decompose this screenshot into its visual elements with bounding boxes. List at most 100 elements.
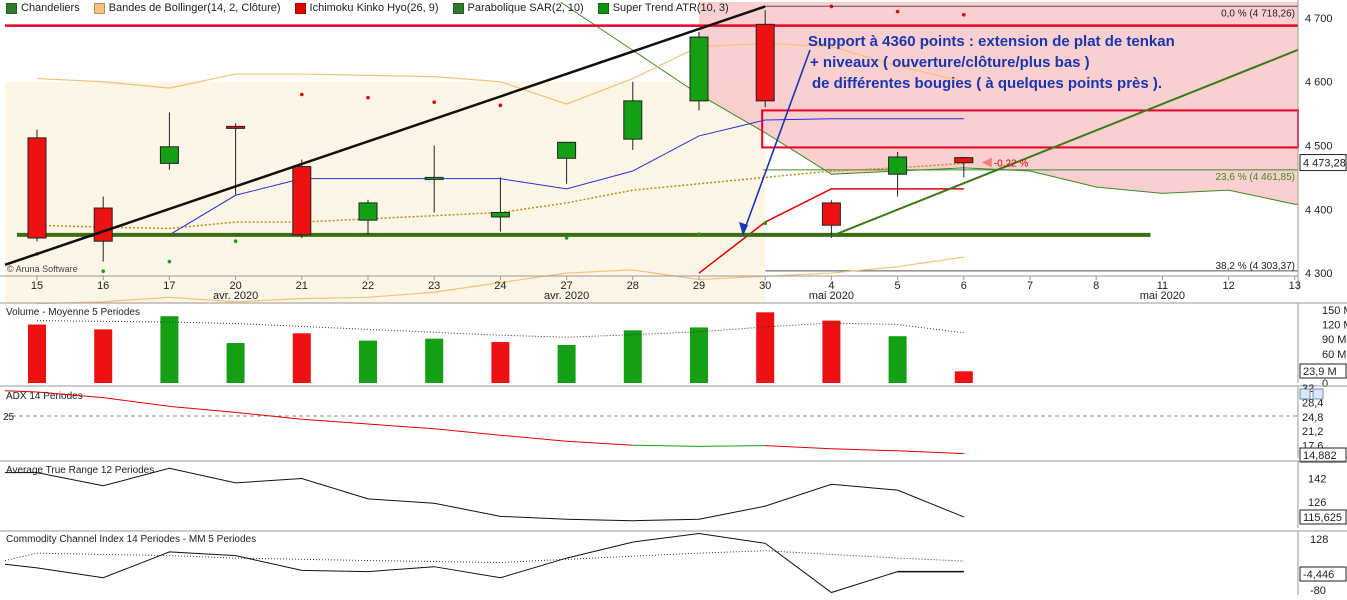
panel-maximize-button (1312, 388, 1324, 400)
volume-title: Volume - Moyenne 5 Periodes (6, 307, 140, 318)
volume-bar (425, 338, 444, 383)
support-annotation: Support à 4360 points : extension de pla… (808, 31, 1228, 94)
date-tick-label: 23 (428, 280, 440, 292)
legend-item-ichimoku[interactable]: Ichimoku Kinko Hyo(26, 9) (294, 2, 439, 14)
date-tick-label: 22 (362, 280, 374, 292)
sar-dot (564, 236, 569, 240)
adx-ref-label: 25 (3, 412, 15, 423)
annotation-line-1: Support à 4360 points : extension de pla… (808, 33, 1175, 50)
volume-tick-label: 60 M (1322, 349, 1346, 361)
legend-label: Bandes de Bollinger(14, 2, Clôture) (108, 2, 281, 14)
volume-bar (690, 327, 708, 383)
volume-bar (94, 329, 113, 383)
sar-dot (432, 100, 437, 104)
month-label: avr. 2020 (213, 290, 258, 302)
candle-body (358, 202, 378, 221)
legend-swatch (452, 2, 464, 14)
sar-dot (498, 103, 503, 108)
adx-last-label: 14,882 (1303, 450, 1337, 462)
candle-body (557, 141, 577, 159)
cci-title: Commodity Channel Index 14 Periodes - MM… (6, 534, 256, 545)
date-tick-label: 30 (759, 280, 771, 292)
date-tick-label: 21 (296, 280, 308, 292)
sar-dot (167, 259, 172, 264)
panel-minimize-button (1299, 388, 1311, 400)
legend-item-supertrend[interactable]: Super Trend ATR(10, 3) (597, 2, 729, 14)
adx-tick-label: 21,2 (1302, 426, 1323, 438)
cci-last-label: -4,446 (1303, 569, 1334, 581)
cci-tick-label: 128 (1310, 534, 1328, 546)
bollinger-band-fill (5, 81, 766, 304)
indicator-legend: Chandeliers Bandes de Bollinger(14, 2, C… (0, 0, 737, 16)
price-tick-label: 4 300 (1305, 268, 1333, 280)
legend-label: Super Trend ATR(10, 3) (612, 2, 729, 14)
price-tick-label: 4 700 (1305, 13, 1333, 25)
date-tick-label: 8 (1093, 280, 1099, 292)
sar-dot (233, 239, 238, 243)
price-tick-label: 4 600 (1305, 77, 1333, 89)
volume-bar (491, 342, 510, 383)
atr-title: Average True Range 12 Periodes (6, 465, 154, 476)
date-tick-label: 6 (961, 280, 967, 292)
annotation-line-3: de différentes bougies ( à quelques poin… (812, 75, 1163, 92)
sar-dot (829, 4, 834, 9)
sar-dot (101, 269, 105, 273)
volume-bar (292, 333, 311, 383)
legend-swatch (93, 2, 105, 14)
fib-level-23-label: 23,6 % (4 461,85) (1216, 172, 1296, 183)
volume-bar (822, 320, 841, 383)
candle-body (490, 211, 510, 218)
candle-body (623, 100, 643, 140)
volume-bar (888, 336, 907, 383)
legend-item-candles[interactable]: Chandeliers (6, 2, 80, 14)
volume-bar (623, 330, 642, 383)
legend-label: Parabolique SAR(2, 10) (467, 2, 584, 14)
legend-label: Chandeliers (21, 2, 80, 14)
date-tick-label: 24 (494, 280, 506, 292)
legend-label: Ichimoku Kinko Hyo(26, 9) (309, 2, 439, 14)
volume-bar (557, 344, 576, 383)
last-price-label: 4 473,28 (1303, 158, 1346, 170)
adx-tick-label: 24,8 (1302, 412, 1323, 424)
sar-dot (763, 221, 767, 226)
candle-body (888, 156, 908, 175)
volume-bar (28, 324, 46, 383)
legend-item-sar[interactable]: Parabolique SAR(2, 10) (452, 2, 584, 14)
candle-body (424, 176, 444, 180)
candle-body (954, 157, 974, 164)
date-tick-label: 5 (895, 280, 901, 292)
candle-body (821, 202, 841, 226)
candle-body (292, 166, 312, 236)
date-tick-label: 7 (1027, 280, 1033, 292)
volume-bar (359, 340, 377, 383)
fib-level-38-label: 38,2 % (4 303,37) (1216, 261, 1296, 272)
date-tick-label: 28 (627, 280, 639, 292)
legend-item-bollinger[interactable]: Bandes de Bollinger(14, 2, Clôture) (93, 2, 281, 14)
volume-tick-label: 0 (1322, 378, 1328, 390)
sar-dot (366, 95, 370, 100)
volume-bar (226, 343, 245, 383)
month-label: mai 2020 (1140, 290, 1185, 302)
volume-bar (160, 316, 179, 383)
cci-tick-label: -80 (1310, 585, 1326, 595)
sar-dot (895, 9, 900, 14)
candle-body (689, 36, 709, 102)
watermark: © Aruna Software (7, 264, 78, 274)
month-label: avr. 2020 (544, 290, 589, 302)
date-tick-label: 16 (97, 280, 109, 292)
atr-last-label: 115,625 (1303, 512, 1342, 524)
volume-bar (756, 312, 775, 383)
date-tick-label: 29 (693, 280, 705, 292)
legend-swatch (597, 2, 609, 14)
price-tick-label: 4 400 (1305, 204, 1333, 216)
atr-tick-label: 126 (1308, 497, 1326, 509)
date-tick-label: 15 (31, 280, 43, 292)
sar-dot (697, 232, 701, 236)
month-label: mai 2020 (809, 290, 854, 302)
sar-dot (300, 92, 304, 97)
candle-body (755, 23, 775, 102)
atr-tick-label: 142 (1308, 473, 1326, 485)
volume-last-label: 23,9 M (1303, 366, 1337, 378)
date-tick-label: 13 (1289, 280, 1301, 292)
candle-body (159, 146, 179, 164)
